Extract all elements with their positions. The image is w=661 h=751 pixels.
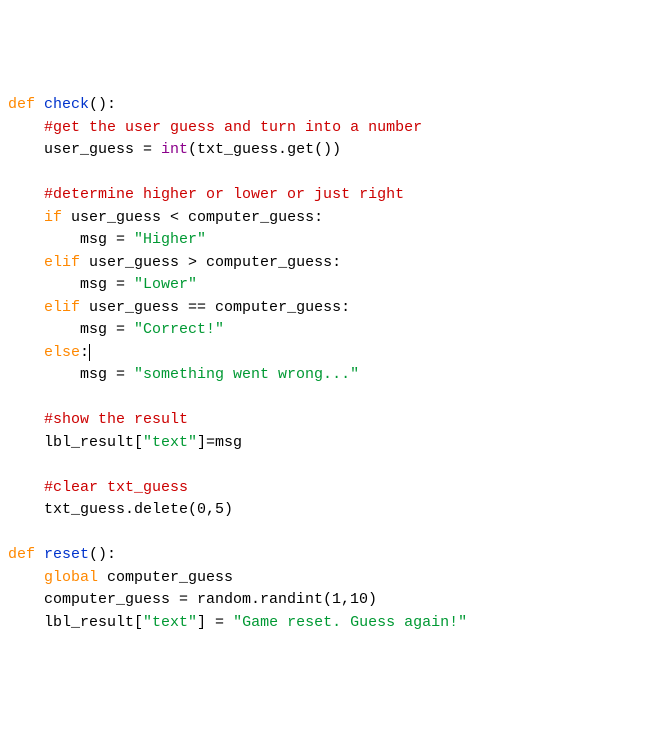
string-literal: "Lower" xyxy=(134,276,197,293)
code-line: computer_guess = random.randint(1,10) xyxy=(8,589,653,612)
string-literal: "Game reset. Guess again!" xyxy=(233,614,467,631)
code-text: (): xyxy=(89,546,116,563)
code-text: user_guess > computer_guess: xyxy=(80,254,341,271)
keyword-elif: elif xyxy=(44,299,80,316)
keyword-def: def xyxy=(8,546,35,563)
code-line: if user_guess < computer_guess: xyxy=(8,207,653,230)
code-line: txt_guess.delete(0,5) xyxy=(8,499,653,522)
code-line: elif user_guess == computer_guess: xyxy=(8,297,653,320)
builtin-int: int xyxy=(161,141,188,158)
code-line: elif user_guess > computer_guess: xyxy=(8,252,653,275)
code-text: lbl_result[ xyxy=(8,434,143,451)
code-text: : xyxy=(80,344,89,361)
keyword-def: def xyxy=(8,96,35,113)
string-literal: "something went wrong..." xyxy=(134,366,359,383)
keyword-if: if xyxy=(44,209,62,226)
text-cursor xyxy=(89,344,90,361)
code-text: msg = xyxy=(8,231,134,248)
func-name-reset: reset xyxy=(44,546,89,563)
comment: #determine higher or lower or just right xyxy=(44,186,404,203)
code-line: #get the user guess and turn into a numb… xyxy=(8,117,653,140)
code-line: lbl_result["text"] = "Game reset. Guess … xyxy=(8,612,653,635)
comment: #show the result xyxy=(44,411,188,428)
code-line: else: xyxy=(8,342,653,365)
code-text: computer_guess = random.randint(1,10) xyxy=(8,591,377,608)
code-block: def check(): #get the user guess and tur… xyxy=(8,94,653,634)
code-text: ] = xyxy=(197,614,233,631)
code-line: #show the result xyxy=(8,409,653,432)
blank-line xyxy=(8,387,653,410)
code-line: msg = "Lower" xyxy=(8,274,653,297)
comment: #get the user guess and turn into a numb… xyxy=(44,119,422,136)
code-line: #determine higher or lower or just right xyxy=(8,184,653,207)
code-text: lbl_result[ xyxy=(8,614,143,631)
code-line: #clear txt_guess xyxy=(8,477,653,500)
code-text: ]=msg xyxy=(197,434,242,451)
code-text: user_guess = xyxy=(8,141,161,158)
func-name-check: check xyxy=(44,96,89,113)
code-text: user_guess == computer_guess: xyxy=(80,299,350,316)
keyword-elif: elif xyxy=(44,254,80,271)
string-literal: "Correct!" xyxy=(134,321,224,338)
code-text: (txt_guess.get()) xyxy=(188,141,341,158)
string-literal: "Higher" xyxy=(134,231,206,248)
blank-line xyxy=(8,162,653,185)
code-line: msg = "Correct!" xyxy=(8,319,653,342)
code-line: def reset(): xyxy=(8,544,653,567)
code-line: user_guess = int(txt_guess.get()) xyxy=(8,139,653,162)
blank-line xyxy=(8,454,653,477)
code-line: msg = "Higher" xyxy=(8,229,653,252)
string-literal: "text" xyxy=(143,434,197,451)
code-line: global computer_guess xyxy=(8,567,653,590)
comment: #clear txt_guess xyxy=(44,479,188,496)
keyword-else: else xyxy=(44,344,80,361)
code-line: lbl_result["text"]=msg xyxy=(8,432,653,455)
code-line: msg = "something went wrong..." xyxy=(8,364,653,387)
code-text: msg = xyxy=(8,276,134,293)
string-literal: "text" xyxy=(143,614,197,631)
code-text: msg = xyxy=(8,366,134,383)
code-line: def check(): xyxy=(8,94,653,117)
code-text: msg = xyxy=(8,321,134,338)
blank-line xyxy=(8,522,653,545)
code-text: txt_guess.delete(0,5) xyxy=(8,501,233,518)
code-text: user_guess < computer_guess: xyxy=(62,209,323,226)
code-text: (): xyxy=(89,96,116,113)
code-text: computer_guess xyxy=(98,569,233,586)
keyword-global: global xyxy=(44,569,98,586)
